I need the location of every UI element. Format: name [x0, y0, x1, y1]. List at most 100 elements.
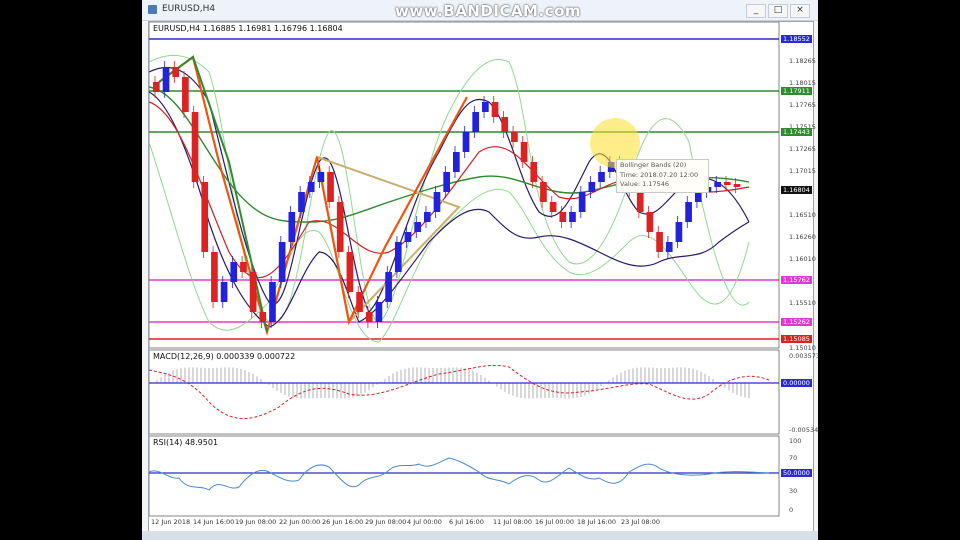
candle-body [549, 202, 557, 212]
macd-header: MACD(12,26,9) 0.000339 0.000722 [153, 352, 296, 361]
price-axis-label: 1.18015 [789, 79, 816, 87]
macd-axis-tag: 0.00000 [781, 379, 812, 387]
candle-body [472, 112, 480, 132]
candle-body [394, 242, 402, 272]
candle-body [375, 302, 383, 322]
minimize-button[interactable]: _ [746, 4, 766, 18]
level-tag: 1.17443 [781, 128, 812, 136]
time-axis-label: 23 Jul 08:00 [621, 518, 660, 526]
candle-body [385, 272, 392, 302]
level-tag: 1.15085 [781, 335, 812, 343]
candle-body [220, 282, 228, 302]
rsi-header: RSI(14) 48.9501 [153, 438, 219, 447]
macd-axis-label: 0.003573 [789, 352, 818, 360]
price-axis-label: 1.17765 [789, 101, 816, 109]
price-axis-label: 1.16010 [789, 255, 816, 263]
candle-body [153, 82, 160, 92]
candle-body [559, 212, 567, 222]
tooltip-title: Bollinger Bands (20) [620, 161, 687, 169]
candle-body [511, 132, 518, 142]
macd-panel-frame [149, 349, 780, 435]
candle-body [433, 192, 441, 212]
time-axis-label: 11 Jul 08:00 [493, 518, 532, 526]
candle-body [501, 117, 509, 132]
bandicam-watermark: www.BANDICAM.com [395, 2, 582, 20]
rsi-panel-frame [149, 435, 780, 517]
candle-body [269, 282, 276, 322]
tooltip-time: Time: 2018.07.20 12:00 [620, 170, 699, 179]
chart-canvas[interactable] [149, 22, 813, 532]
time-axis-label: 22 Jun 00:00 [279, 518, 321, 526]
time-axis-label: 19 Jun 08:00 [235, 518, 277, 526]
price-axis-label: 1.18265 [789, 57, 816, 65]
price-axis-label: 1.17265 [789, 145, 816, 153]
time-axis-label: 16 Jul 00:00 [535, 518, 574, 526]
candle-body [453, 152, 460, 172]
price-axis-label: 1.16260 [789, 233, 816, 241]
candle-body [172, 67, 180, 77]
candle-body [307, 182, 315, 192]
time-axis-label: 18 Jul 16:00 [577, 518, 616, 526]
candle-body [211, 252, 218, 302]
bottom-strip [142, 531, 818, 540]
rsi-axis-tag: 50.0000 [781, 469, 812, 477]
candle-body [714, 182, 721, 187]
candle-body [685, 202, 692, 222]
tooltip-value: Value: 1.17546 [620, 180, 669, 188]
price-axis-label: 1.15510 [789, 299, 816, 307]
candle-body [578, 192, 586, 212]
candle-body [646, 212, 654, 232]
candle-body [327, 172, 334, 202]
rsi-axis-label: 30 [789, 487, 798, 495]
candle-body [675, 222, 683, 242]
candle-body [162, 67, 170, 92]
candle-body [259, 312, 267, 322]
candle-body [520, 142, 528, 162]
candle-body [191, 112, 199, 182]
candle-body [491, 102, 499, 117]
candle-body [665, 242, 673, 252]
candle-body [462, 132, 470, 152]
candle-body [230, 262, 238, 282]
candle-body [656, 232, 663, 252]
time-axis-label: 26 Jun 16:00 [322, 518, 364, 526]
candle-body [356, 292, 363, 312]
level-tag: 1.15262 [781, 318, 812, 326]
candle-body [404, 232, 412, 242]
time-axis-label: 4 Jul 00:00 [407, 518, 442, 526]
rsi-axis-label: 70 [789, 454, 798, 462]
rsi-axis-label: 100 [789, 437, 802, 445]
time-axis-label: 14 Jun 16:00 [193, 518, 235, 526]
candle-body [414, 222, 421, 232]
candle-body [723, 182, 731, 185]
candle-body [588, 182, 596, 192]
price-axis-label: 1.16510 [789, 211, 816, 219]
maximize-button[interactable]: □ [768, 4, 788, 18]
candle-body [278, 242, 286, 282]
candle-body [240, 262, 247, 272]
candle-body [288, 212, 296, 242]
candle-body [298, 192, 305, 212]
price-header: EURUSD,H4 1.16885 1.16981 1.16796 1.1680… [153, 24, 343, 33]
price-axis-label: 1.17015 [789, 167, 816, 175]
indicator-tooltip: Bollinger Bands (20) Time: 2018.07.20 12… [616, 159, 709, 193]
close-button[interactable]: × [790, 4, 810, 18]
candle-body [694, 192, 702, 202]
macd-axis-label: -0.005340 [789, 426, 818, 434]
candle-body [733, 184, 741, 187]
chart-window: EURUSD,H4 _ □ × EURUSD,H4 1.16885 1.1698… [142, 0, 818, 540]
chart-icon [148, 5, 157, 14]
candle-body [346, 252, 354, 292]
level-tag: 1.17911 [781, 87, 812, 95]
candle-body [182, 77, 189, 112]
candle-body [423, 212, 431, 222]
time-axis-label: 12 Jun 2018 [151, 518, 191, 526]
candle-body [482, 102, 489, 112]
level-tag: 1.15762 [781, 276, 812, 284]
level-tag: 1.18552 [781, 35, 812, 43]
candle-body [569, 212, 576, 222]
chart-area[interactable]: EURUSD,H4 1.16885 1.16981 1.16796 1.1680… [148, 21, 818, 533]
candle-body [598, 172, 605, 182]
candle-body [317, 172, 325, 182]
candle-body [443, 172, 450, 192]
